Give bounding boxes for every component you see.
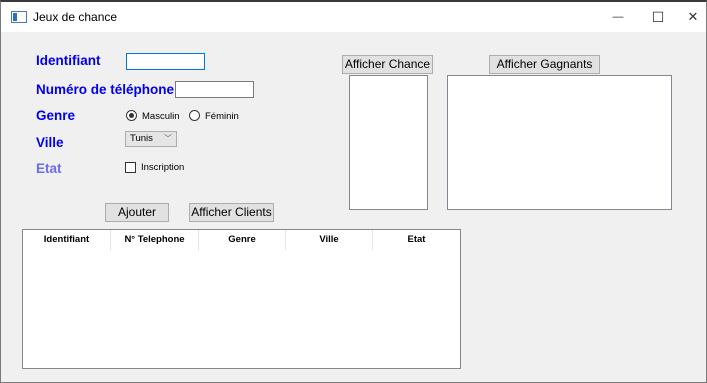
minimize-icon: — — [612, 11, 624, 23]
clients-table[interactable]: Identifiant N° Telephone Genre Ville Eta… — [22, 229, 461, 369]
genre-label: Genre — [36, 108, 76, 123]
radio-selected-dot — [129, 113, 134, 118]
column-header-genre[interactable]: Genre — [199, 230, 286, 250]
table-header: Identifiant N° Telephone Genre Ville Eta… — [23, 230, 460, 250]
inscription-label: Inscription — [141, 162, 185, 173]
column-header-ville[interactable]: Ville — [286, 230, 373, 250]
column-header-identifiant[interactable]: Identifiant — [23, 230, 111, 250]
main-window: Jeux de chance — ☐ ✕ Identifiant Numéro … — [0, 0, 707, 383]
radio-masculin-label: Masculin — [142, 111, 180, 122]
window-title: Jeux de chance — [33, 10, 118, 24]
gagnants-list[interactable] — [447, 75, 672, 210]
maximize-button[interactable]: ☐ — [638, 2, 678, 32]
title-bar: Jeux de chance — ☐ ✕ — [1, 2, 706, 32]
telephone-input[interactable] — [175, 81, 254, 98]
column-header-etat[interactable]: Etat — [373, 230, 460, 250]
ajouter-button[interactable]: Ajouter — [105, 203, 169, 222]
identifiant-input[interactable] — [126, 53, 205, 70]
close-icon: ✕ — [687, 9, 699, 24]
telephone-label: Numéro de téléphone — [36, 82, 175, 97]
radio-feminin-label: Féminin — [205, 111, 239, 122]
chance-list[interactable] — [349, 75, 428, 210]
minimize-button[interactable]: — — [598, 2, 638, 32]
column-header-telephone[interactable]: N° Telephone — [111, 230, 199, 250]
ville-select-value: Tunis — [130, 133, 153, 144]
afficher-gagnants-button[interactable]: Afficher Gagnants — [489, 55, 600, 74]
inscription-checkbox[interactable] — [125, 162, 136, 173]
radio-masculin[interactable] — [126, 110, 137, 121]
etat-label: Etat — [36, 161, 62, 176]
app-window-icon — [11, 11, 27, 23]
ville-select[interactable]: Tunis ﹀ — [125, 131, 177, 147]
close-button[interactable]: ✕ — [673, 2, 706, 32]
maximize-icon: ☐ — [651, 9, 665, 25]
afficher-clients-button[interactable]: Afficher Clients — [189, 203, 274, 222]
chevron-down-icon: ﹀ — [164, 134, 172, 143]
identifiant-label: Identifiant — [36, 53, 101, 68]
radio-feminin[interactable] — [189, 110, 200, 121]
ville-label: Ville — [36, 135, 64, 150]
afficher-chance-button[interactable]: Afficher Chance — [342, 55, 433, 74]
